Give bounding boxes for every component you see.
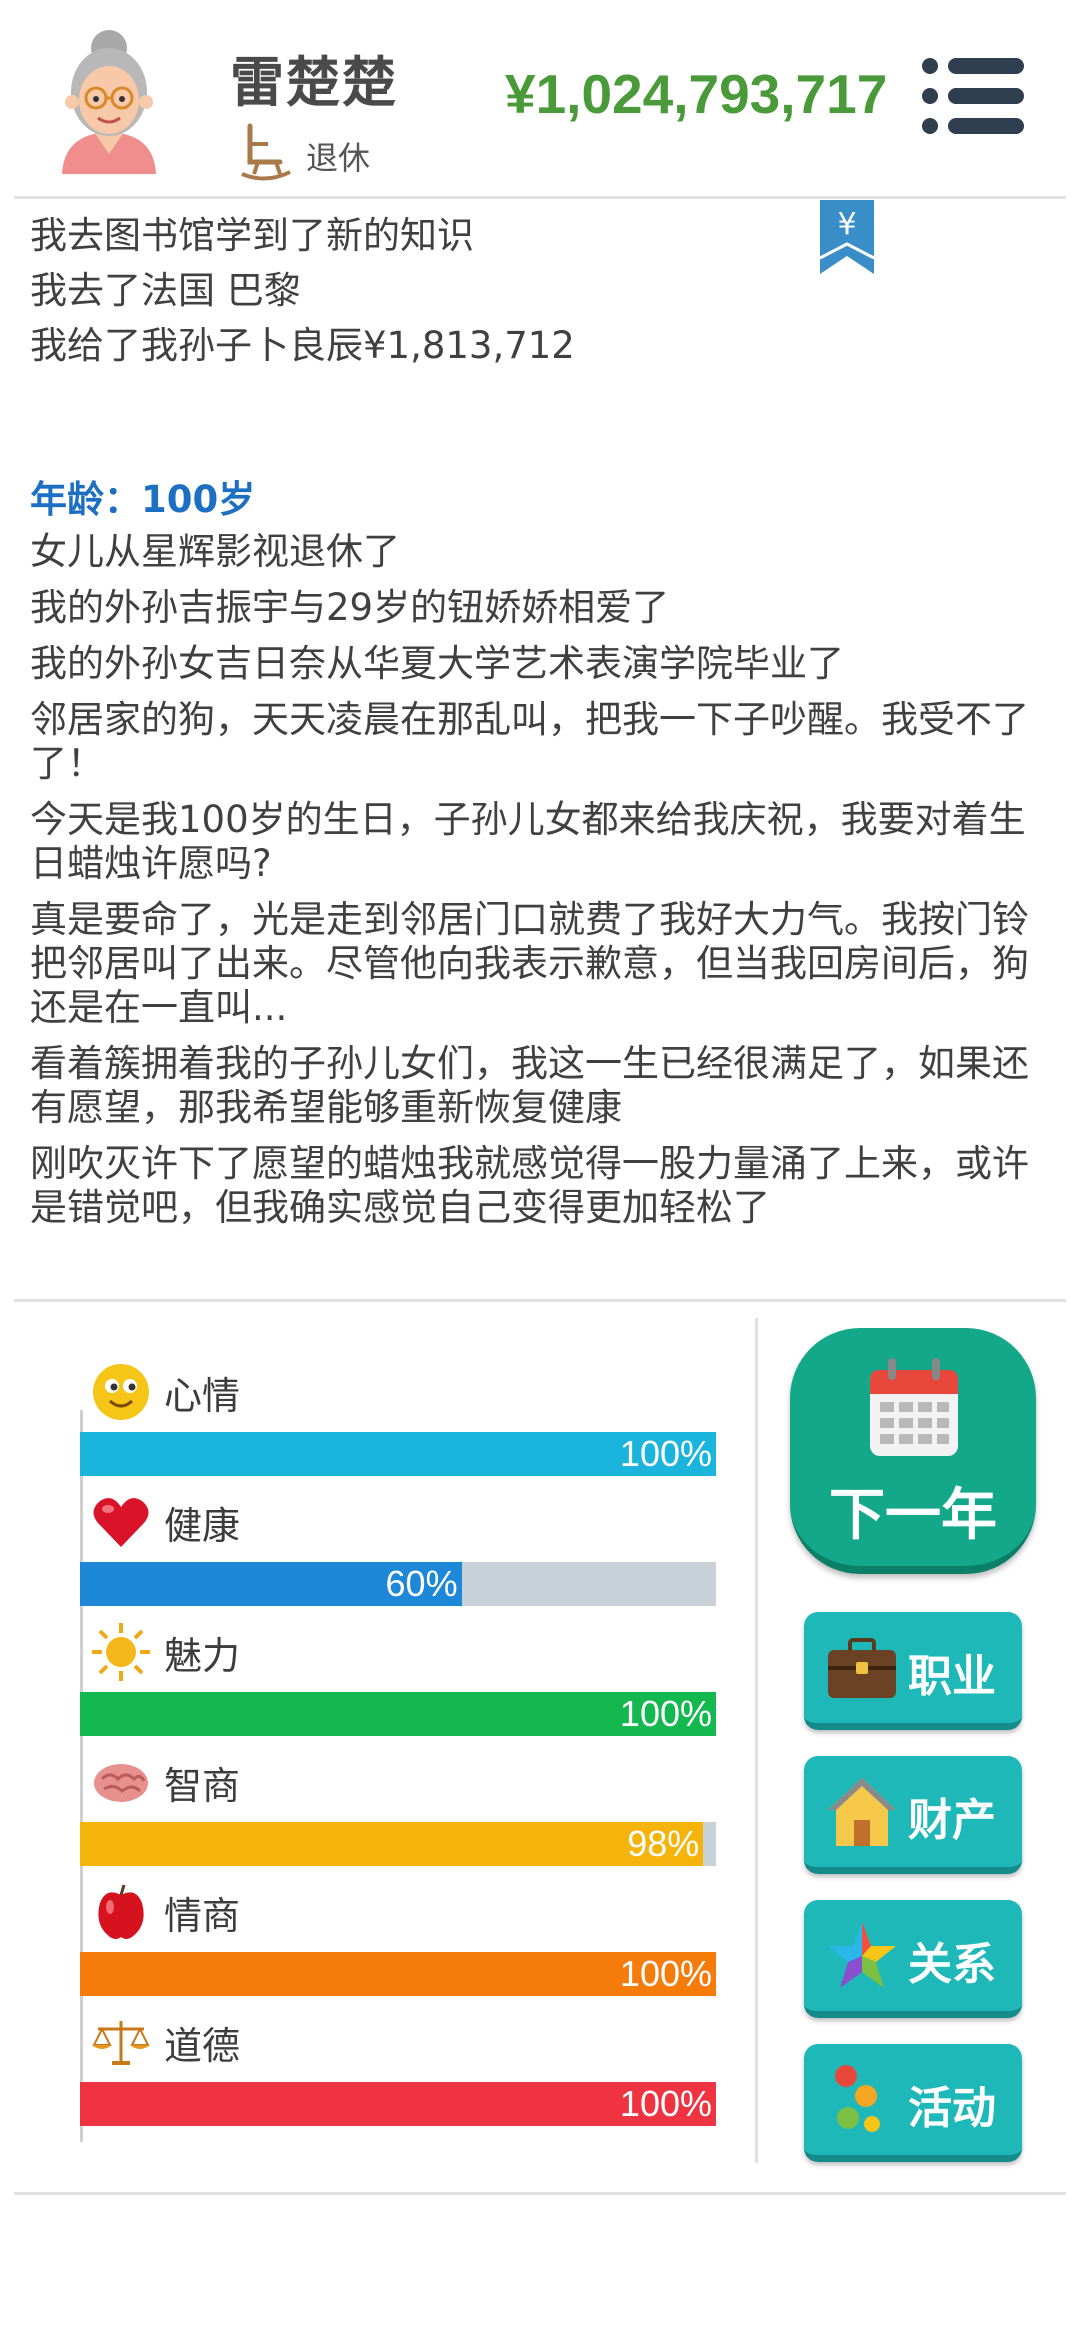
header-divider xyxy=(14,196,1066,199)
property-button[interactable]: 财产 xyxy=(804,1756,1022,1874)
stats-panel: 心情 100% 健康 60% 魅力 100% 智商 98% 情商 100% 道德… xyxy=(80,1360,720,2140)
stat-bar: 100% xyxy=(80,1692,716,1736)
age-heading: 年龄：100岁 xyxy=(30,478,256,521)
house-icon xyxy=(828,1778,896,1846)
event-line: 我的外孙吉振宇与29岁的钮娇娇相爱了 xyxy=(30,586,670,629)
stat-label: 道德 xyxy=(164,2023,241,2068)
stat-bar: 60% xyxy=(80,1562,716,1606)
sun-icon xyxy=(92,1623,150,1681)
event-line: 看着簇拥着我的子孙儿女们，我这一生已经很满足了，如果还有愿望，那我希望能够重新恢… xyxy=(30,1042,1029,1129)
career-button[interactable]: 职业 xyxy=(804,1612,1022,1730)
property-label: 财产 xyxy=(908,1795,996,1846)
stat-percent: 60% xyxy=(385,1563,458,1604)
menu-icon[interactable] xyxy=(918,56,1028,136)
status: 退休 xyxy=(240,122,370,182)
career-label: 职业 xyxy=(908,1651,996,1702)
stat-mood: 心情 100% xyxy=(80,1360,720,1490)
stat-eq: 情商 100% xyxy=(80,1880,720,2010)
stat-percent: 100% xyxy=(619,1953,712,1994)
event-line: 今天是我100岁的生日，子孙儿女都来给我庆祝，我要对着生日蜡烛许愿吗? xyxy=(30,798,1026,885)
money-balance: ¥1,024,793,717 xyxy=(505,63,888,125)
event-line: 刚吹灭许下了愿望的蜡烛我就感觉得一股力量涌了上来，或许是错觉吧，但我确实感觉自己… xyxy=(30,1142,1029,1229)
stat-charm: 魅力 100% xyxy=(80,1620,720,1750)
bottom-divider xyxy=(14,2192,1066,2195)
stat-label: 情商 xyxy=(164,1893,241,1938)
heart-icon xyxy=(93,1498,149,1547)
panel-divider xyxy=(755,1318,758,2163)
stat-percent: 100% xyxy=(619,1693,712,1734)
activities-dots-icon xyxy=(835,2065,880,2132)
stat-percent: 100% xyxy=(619,2083,712,2124)
log-line: 我去图书馆学到了新的知识 xyxy=(30,214,474,257)
stat-bar: 98% xyxy=(80,1822,716,1866)
relations-button[interactable]: 关系 xyxy=(804,1900,1022,2018)
stat-label: 魅力 xyxy=(164,1633,241,1678)
stat-label: 心情 xyxy=(164,1373,241,1418)
event-line: 真是要命了，光是走到邻居门口就费了我好大力气。我按门铃把邻居叫了出来。尽管他向我… xyxy=(30,898,1029,1029)
log-line: 我给了我孙子卜良辰¥1,813,712 xyxy=(30,324,575,367)
event-log-previous: 我去图书馆学到了新的知识 我去了法国 巴黎 我给了我孙子卜良辰¥1,813,71… xyxy=(30,208,1050,373)
grandma-avatar[interactable] xyxy=(44,14,174,178)
stat-bar: 100% xyxy=(80,1432,716,1476)
next-year-button[interactable]: 下一年 xyxy=(790,1328,1036,1574)
log-line: 我去了法国 巴黎 xyxy=(30,269,301,312)
stat-label: 健康 xyxy=(164,1503,241,1548)
scales-icon xyxy=(92,2021,150,2065)
stat-percent: 98% xyxy=(627,1823,700,1864)
header: 雷楚楚 退休 ¥1,024,793,717 xyxy=(0,0,1080,196)
relations-label: 关系 xyxy=(908,1939,996,1990)
activities-label: 活动 xyxy=(908,2083,996,2134)
rocking-chair-icon xyxy=(241,123,291,181)
character-name: 雷楚楚 xyxy=(230,51,398,114)
log-divider xyxy=(14,1299,1066,1302)
stat-bar: 100% xyxy=(80,1952,716,1996)
briefcase-icon xyxy=(828,1638,896,1698)
brain-icon xyxy=(94,1764,148,1802)
next-year-label: 下一年 xyxy=(829,1483,997,1548)
stat-health: 健康 60% xyxy=(80,1490,720,1620)
stat-iq: 智商 98% xyxy=(80,1750,720,1880)
smiley-icon xyxy=(93,1364,149,1420)
apple-icon xyxy=(98,1884,144,1939)
star-icon xyxy=(828,1922,896,1988)
activities-button[interactable]: 活动 xyxy=(804,2044,1022,2162)
stat-bar: 100% xyxy=(80,2082,716,2126)
stat-label: 智商 xyxy=(164,1763,241,1808)
event-line: 我的外孙女吉日奈从华夏大学艺术表演学院毕业了 xyxy=(30,642,844,685)
stat-morality: 道德 100% xyxy=(80,2010,720,2140)
stat-percent: 100% xyxy=(619,1433,712,1474)
status-label: 退休 xyxy=(306,139,371,177)
event-log-current: 年龄：100岁 女儿从星辉影视退休了 我的外孙吉振宇与29岁的钮娇娇相爱了 我的… xyxy=(30,470,1040,1230)
event-line: 女儿从星辉影视退休了 xyxy=(30,530,400,573)
calendar-icon xyxy=(870,1358,958,1456)
event-line: 邻居家的狗，天天凌晨在那乱叫，把我一下子吵醒。我受不了了！ xyxy=(30,698,1029,785)
